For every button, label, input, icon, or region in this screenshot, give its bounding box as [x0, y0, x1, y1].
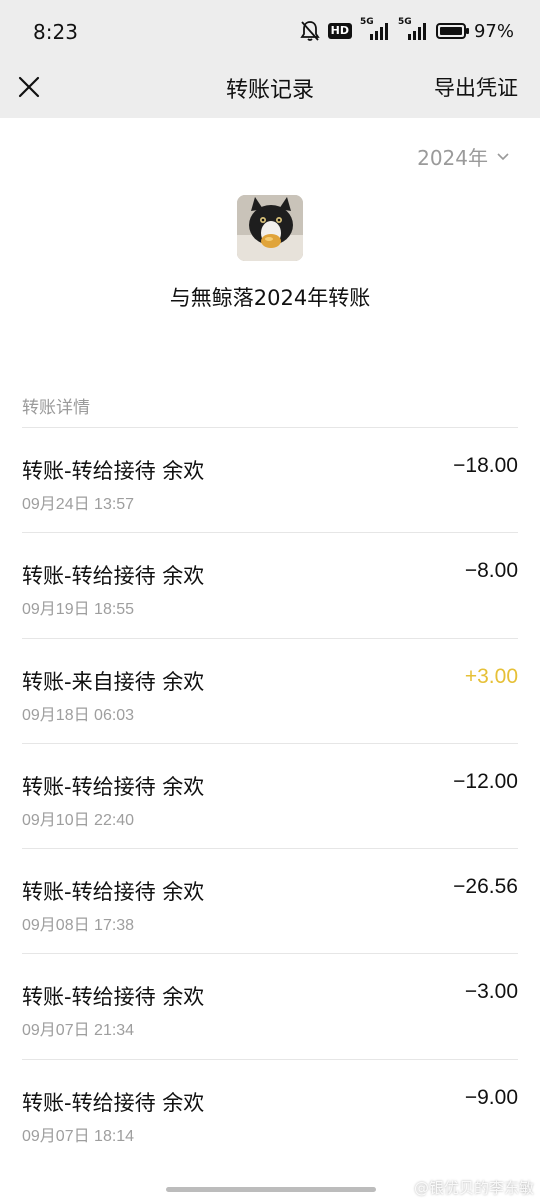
- status-indicators: HD 5G 5G 97%: [299, 17, 514, 42]
- transaction-row[interactable]: 转账-转给接待 余欢 09月07日 21:34 −3.00: [22, 953, 518, 1058]
- transaction-title: 转账-转给接待 余欢: [22, 774, 205, 799]
- transaction-row[interactable]: 转账-转给接待 余欢 09月08日 17:38 −26.56: [22, 848, 518, 953]
- avatar: [237, 195, 303, 261]
- transaction-title: 转账-转给接待 余欢: [22, 459, 205, 483]
- status-bar: 8:23 HD 5G 5G 97%: [0, 0, 540, 62]
- transaction-amount-income: +3.00: [464, 664, 518, 688]
- nav-bar: 转账记录 导出凭证: [0, 62, 540, 118]
- signal-5g-1: 5G: [360, 17, 390, 40]
- transaction-row[interactable]: 转账-转给接待 余欢 09月07日 18:14 −9.00: [22, 1058, 518, 1164]
- transaction-title: 转账-来自接待 余欢: [22, 669, 205, 694]
- transaction-row[interactable]: 转账-转给接待 余欢 09月24日 13:57 −18.00: [22, 427, 518, 532]
- home-indicator[interactable]: [166, 1187, 376, 1192]
- export-voucher-button[interactable]: 导出凭证: [434, 72, 518, 102]
- transaction-time: 09月24日 13:57: [22, 496, 135, 513]
- cat-avatar-image: [237, 195, 303, 261]
- transaction-title: 转账-转给接待 余欢: [22, 880, 205, 905]
- transaction-amount: −9.00: [464, 1085, 518, 1109]
- status-time: 8:23: [33, 20, 78, 44]
- signal-bars-icon: [407, 23, 426, 40]
- transaction-time: 09月08日 17:38: [22, 917, 135, 935]
- transaction-row[interactable]: 转账-转给接待 余欢 09月10日 22:40 −12.00: [22, 742, 518, 848]
- transaction-title: 转账-转给接待 余欢: [22, 564, 205, 589]
- transaction-time: 09月07日 18:14: [22, 1127, 135, 1145]
- transaction-amount: −26.56: [453, 875, 518, 899]
- transaction-time: 09月18日 06:03: [22, 706, 135, 724]
- chevron-down-icon: [497, 152, 509, 160]
- contact-summary: 与無鲸落2024年转账: [169, 286, 371, 310]
- battery-percentage: 97%: [473, 20, 514, 42]
- section-label: 转账详情: [22, 398, 90, 418]
- transaction-time: 09月07日 21:34: [22, 1022, 135, 1040]
- watermark: @银优贝的李东敏: [413, 1179, 534, 1197]
- transaction-title: 转账-转给接待 余欢: [22, 1090, 205, 1115]
- transaction-time: 09月19日 18:55: [22, 601, 135, 619]
- transaction-amount: −8.00: [464, 559, 518, 583]
- year-dropdown[interactable]: 2024年: [417, 142, 510, 171]
- transaction-list: 转账-转给接待 余欢 09月24日 13:57 −18.00 转账-转给接待 余…: [22, 427, 518, 1164]
- transaction-amount: −3.00: [464, 980, 518, 1004]
- transaction-amount: −18.00: [453, 454, 518, 477]
- battery: 97%: [435, 20, 514, 42]
- signal-5g-2: 5G: [398, 17, 428, 40]
- signal-bars-icon: [369, 23, 388, 40]
- year-value: 2024年: [417, 146, 488, 170]
- hd-badge: HD: [327, 23, 352, 39]
- battery-icon: [435, 23, 469, 39]
- transaction-amount: −12.00: [453, 769, 518, 793]
- transaction-title: 转账-转给接待 余欢: [22, 985, 205, 1010]
- transaction-time: 09月10日 22:40: [22, 811, 135, 829]
- transaction-row[interactable]: 转账-来自接待 余欢 09月18日 06:03 +3.00: [22, 637, 518, 743]
- mute-notification-icon: [299, 21, 320, 41]
- transaction-row[interactable]: 转账-转给接待 余欢 09月19日 18:55 −8.00: [22, 532, 518, 637]
